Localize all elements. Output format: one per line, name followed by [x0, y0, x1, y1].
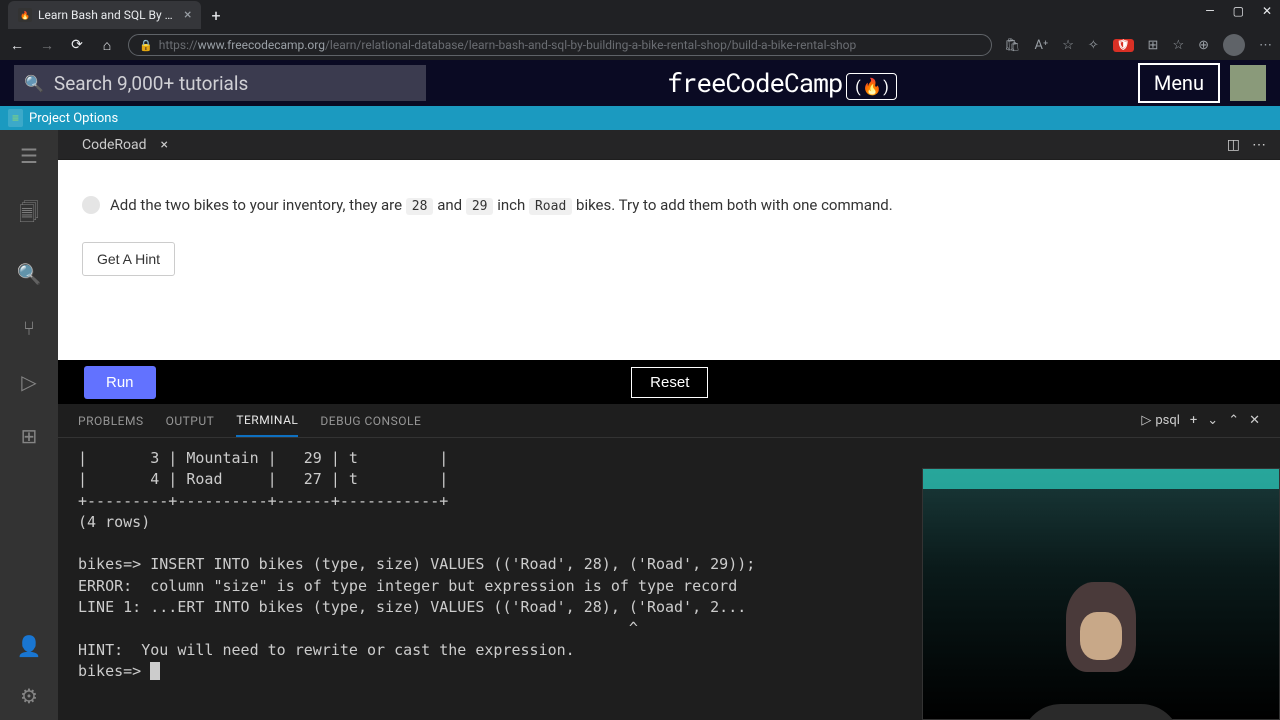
close-tab-icon[interactable]: × — [184, 7, 191, 23]
tab-debug-console[interactable]: DEBUG CONSOLE — [320, 406, 421, 436]
editor-tabs-row: CodeRoad × ◫ ⋯ — [58, 130, 1280, 160]
window-controls: — ▢ ✕ — [1205, 4, 1272, 18]
project-options-button[interactable]: ≡ Project Options — [0, 107, 126, 129]
favorites-icon[interactable]: ✧ — [1088, 38, 1099, 53]
code-chip-29: 29 — [466, 198, 494, 215]
collections-icon[interactable]: ⊕ — [1198, 38, 1209, 53]
editor-area: CodeRoad × ◫ ⋯ Add the two bikes to your… — [58, 130, 1280, 720]
new-tab-button[interactable]: + — [211, 6, 220, 25]
terminal-shell-icon: ▷ — [1141, 413, 1151, 428]
search-input[interactable]: 🔍 Search 9,000+ tutorials — [14, 65, 426, 101]
tab-problems[interactable]: PROBLEMS — [78, 406, 144, 436]
adblock-icon[interactable]: 🛡 — [1113, 39, 1134, 52]
home-icon[interactable]: ⌂ — [98, 37, 116, 54]
read-aloud-icon[interactable]: A⁺ — [1035, 38, 1049, 53]
tab-output[interactable]: OUTPUT — [166, 406, 215, 436]
lock-icon: 🔒 — [139, 39, 153, 52]
instruction-text: Add the two bikes to your inventory, the… — [82, 196, 1256, 214]
favorites-bar-icon[interactable]: ☆ — [1172, 38, 1184, 53]
extensions-activity-icon[interactable]: ⊞ — [21, 424, 38, 448]
tab-bar: 🔥 Learn Bash and SQL By Building A × + —… — [0, 0, 1280, 30]
user-avatar[interactable] — [1230, 65, 1266, 101]
close-editor-tab-icon[interactable]: × — [161, 137, 168, 153]
url-bar[interactable]: 🔒 https://www.freecodecamp.org/learn/rel… — [128, 34, 992, 56]
search-activity-icon[interactable]: 🔍 — [17, 262, 42, 286]
explorer-icon[interactable]: 🗐 — [19, 198, 39, 232]
cursor-icon — [150, 662, 160, 680]
close-window-icon[interactable]: ✕ — [1262, 4, 1272, 18]
workspace: ☰ 🗐 🔍 ⑂ ▷ ⊞ 👤 ⚙ CodeRoad × ◫ ⋯ Add th — [0, 130, 1280, 720]
nav-bar: ← → ⟳ ⌂ 🔒 https://www.freecodecamp.org/l… — [0, 30, 1280, 60]
activity-bar: ☰ 🗐 🔍 ⑂ ▷ ⊞ 👤 ⚙ — [0, 130, 58, 720]
favicon-icon: 🔥 — [18, 8, 32, 22]
check-circle-icon — [82, 196, 100, 214]
instruction-panel: Add the two bikes to your inventory, the… — [58, 160, 1280, 360]
code-chip-road: Road — [529, 198, 572, 215]
project-options-bar: ≡ Project Options — [0, 106, 1280, 130]
minimize-icon[interactable]: — — [1205, 4, 1214, 18]
get-hint-button[interactable]: Get A Hint — [82, 242, 175, 276]
run-button[interactable]: Run — [84, 366, 156, 399]
flame-icon: (🔥) — [846, 73, 896, 100]
maximize-icon[interactable]: ▢ — [1233, 4, 1244, 18]
browser-chrome: 🔥 Learn Bash and SQL By Building A × + —… — [0, 0, 1280, 60]
refresh-icon[interactable]: ⟳ — [68, 37, 86, 53]
more-icon[interactable]: ⋯ — [1259, 38, 1272, 53]
search-placeholder: Search 9,000+ tutorials — [54, 72, 248, 95]
account-icon[interactable]: 👤 — [17, 634, 42, 658]
code-chip-28: 28 — [406, 198, 434, 215]
menu-button[interactable]: Menu — [1138, 63, 1220, 103]
source-control-icon[interactable]: ⑂ — [23, 316, 35, 340]
hamburger-icon: ≡ — [8, 109, 23, 127]
terminal-tabs: PROBLEMS OUTPUT TERMINAL DEBUG CONSOLE ▷… — [58, 404, 1280, 438]
terminal-body[interactable]: | 3 | Mountain | 29 | t | | 4 | Road | 2… — [58, 438, 1280, 720]
webcam-overlay — [922, 468, 1280, 720]
extensions-icon[interactable]: ⊞ — [1148, 38, 1159, 53]
editor-more-icon[interactable]: ⋯ — [1252, 137, 1266, 153]
fcc-logo[interactable]: freeCodeCamp(🔥) — [426, 66, 1138, 100]
tab-title: Learn Bash and SQL By Building A — [38, 8, 178, 22]
search-icon: 🔍 — [24, 74, 44, 93]
split-editor-icon[interactable]: ◫ — [1227, 137, 1240, 153]
editor-tab-coderoad[interactable]: CodeRoad × — [72, 137, 178, 153]
terminal-close-icon[interactable]: ✕ — [1249, 413, 1260, 428]
tab-terminal[interactable]: TERMINAL — [236, 405, 298, 437]
url-text: https://www.freecodecamp.org/learn/relat… — [159, 38, 857, 52]
reset-button[interactable]: Reset — [631, 367, 708, 398]
browser-tab[interactable]: 🔥 Learn Bash and SQL By Building A × — [8, 1, 201, 29]
debug-icon[interactable]: ▷ — [21, 370, 36, 394]
forward-icon: → — [38, 37, 56, 54]
profile-avatar[interactable] — [1223, 34, 1245, 56]
fcc-header: 🔍 Search 9,000+ tutorials freeCodeCamp(🔥… — [0, 60, 1280, 106]
terminal-maximize-icon[interactable]: ⌃ — [1228, 413, 1239, 428]
terminal-shell-label[interactable]: ▷ psql — [1141, 413, 1180, 428]
shopping-icon[interactable]: 🛍 — [1004, 38, 1021, 53]
star-icon[interactable]: ☆ — [1062, 38, 1074, 53]
settings-gear-icon[interactable]: ⚙ — [20, 684, 38, 708]
new-terminal-icon[interactable]: + — [1190, 413, 1197, 428]
back-icon[interactable]: ← — [8, 37, 26, 54]
nav-right-icons: 🛍 A⁺ ☆ ✧ 🛡 ⊞ ☆ ⊕ ⋯ — [1004, 34, 1272, 56]
action-bar: Run Reset — [58, 360, 1280, 404]
menu-icon[interactable]: ☰ — [20, 144, 38, 168]
terminal-dropdown-icon[interactable]: ⌄ — [1207, 413, 1218, 428]
